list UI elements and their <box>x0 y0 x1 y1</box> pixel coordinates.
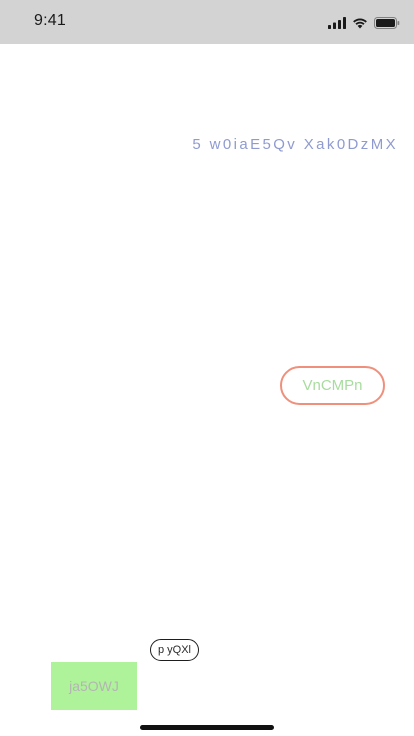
status-time: 9:41 <box>34 12 66 29</box>
tag-label: p yQXl <box>150 639 199 661</box>
status-bar: 9:41 <box>0 0 414 44</box>
green-button[interactable]: ja5OWJ <box>51 662 137 710</box>
battery-icon <box>374 17 400 29</box>
cellular-signal-icon <box>328 17 346 29</box>
header-text: 5 w0iaE5Qv Xak0DzMX <box>192 136 398 153</box>
home-indicator[interactable] <box>140 725 274 730</box>
pill-button[interactable]: VnCMPn <box>280 366 385 405</box>
wifi-icon <box>352 17 368 29</box>
status-icons <box>328 14 400 32</box>
